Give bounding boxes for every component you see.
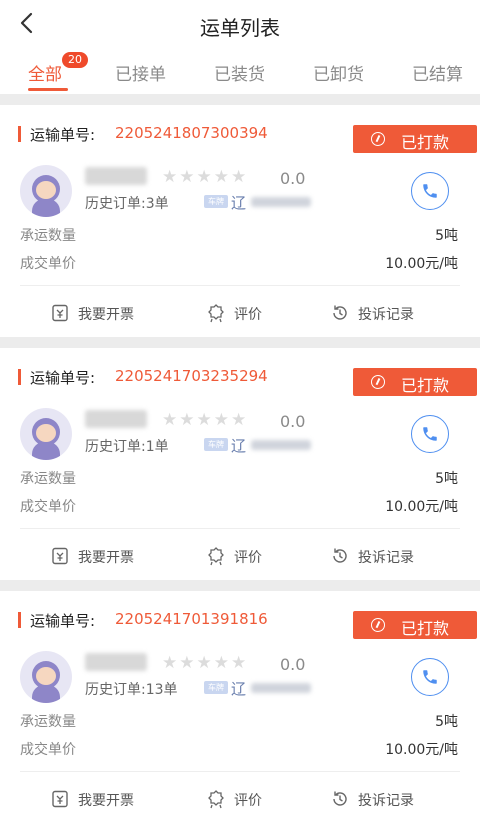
driver-name-redacted <box>85 410 147 428</box>
review-label: 评价 <box>234 793 262 809</box>
status-tabs: 全部 20 已接单 已装货 已卸货 已结算 <box>0 50 480 94</box>
order-number-label: 运输单号: <box>30 612 96 630</box>
order-number: 2205241703235294 <box>115 367 268 385</box>
order-number: 2205241701391816 <box>115 610 268 628</box>
plate-prefix: 辽 <box>231 680 247 698</box>
accent-bar <box>18 126 21 142</box>
quantity-value: 5吨 <box>435 714 458 730</box>
order-header: 运输单号: 2205241807300394 已打款 <box>0 117 480 153</box>
tab-all[interactable]: 全部 <box>28 60 62 85</box>
review-label: 评价 <box>234 550 262 566</box>
invoice-icon <box>52 790 68 808</box>
quantity-label: 承运数量 <box>20 228 76 244</box>
order-header: 运输单号: 2205241701391816 已打款 <box>0 603 480 639</box>
avatar <box>20 408 72 460</box>
review-label: 评价 <box>234 307 262 323</box>
rating-score: 0.0 <box>280 655 306 674</box>
invoice-label: 我要开票 <box>78 307 134 323</box>
plate-tag: 车牌 <box>204 195 228 208</box>
quantity-label: 承运数量 <box>20 471 76 487</box>
badge-icon <box>208 547 224 566</box>
order-number-label: 运输单号: <box>30 126 96 144</box>
divider <box>20 771 460 772</box>
quantity-label: 承运数量 <box>20 714 76 730</box>
price-value: 10.00元/吨 <box>385 256 458 272</box>
complaint-label: 投诉记录 <box>358 550 414 566</box>
invoice-label: 我要开票 <box>78 793 134 809</box>
paid-status-button[interactable]: 已打款 <box>353 368 477 396</box>
price-value: 10.00元/吨 <box>385 499 458 515</box>
tab-settled[interactable]: 已结算 <box>412 60 463 85</box>
driver-name-redacted <box>85 653 147 671</box>
order-header: 运输单号: 2205241703235294 已打款 <box>0 360 480 396</box>
history-orders: 历史订单:3单 <box>85 196 169 212</box>
invoice-icon <box>52 304 68 322</box>
order-number-label: 运输单号: <box>30 369 96 387</box>
status-label: 已打款 <box>401 376 450 395</box>
accent-bar <box>18 369 21 385</box>
plate-number-redacted <box>251 683 311 693</box>
rating-stars: ★★★★★ <box>162 410 249 430</box>
money-icon <box>371 375 385 389</box>
phone-icon <box>423 427 437 441</box>
history-orders: 历史订单:1单 <box>85 439 169 455</box>
page-title: 运单列表 <box>200 16 280 40</box>
price-label: 成交单价 <box>20 742 76 758</box>
app-header: 运单列表 <box>0 0 480 50</box>
order-card[interactable]: 运输单号: 2205241701391816 已打款 ★★★★★ 0.0 历史订… <box>0 591 480 823</box>
status-label: 已打款 <box>401 133 450 152</box>
status-label: 已打款 <box>401 619 450 638</box>
complaint-label: 投诉记录 <box>358 793 414 809</box>
quantity-value: 5吨 <box>435 228 458 244</box>
avatar <box>20 651 72 703</box>
divider <box>20 528 460 529</box>
driver-name-redacted <box>85 167 147 185</box>
active-tab-indicator <box>28 88 68 91</box>
history-icon <box>333 791 347 806</box>
tab-accepted[interactable]: 已接单 <box>115 60 166 85</box>
plate-number-redacted <box>251 440 311 450</box>
tab-unloaded[interactable]: 已卸货 <box>313 60 364 85</box>
price-label: 成交单价 <box>20 256 76 272</box>
order-card[interactable]: 运输单号: 2205241807300394 已打款 ★★★★★ 0.0 历史订… <box>0 105 480 337</box>
history-icon <box>333 305 347 320</box>
history-orders: 历史订单:13单 <box>85 682 178 698</box>
rating-score: 0.0 <box>280 412 306 431</box>
rating-stars: ★★★★★ <box>162 653 249 673</box>
complaint-label: 投诉记录 <box>358 307 414 323</box>
invoice-icon <box>52 547 68 565</box>
plate-tag: 车牌 <box>204 681 228 694</box>
invoice-label: 我要开票 <box>78 550 134 566</box>
badge-icon <box>208 790 224 809</box>
paid-status-button[interactable]: 已打款 <box>353 611 477 639</box>
rating-score: 0.0 <box>280 169 306 188</box>
call-button[interactable] <box>411 658 449 696</box>
price-label: 成交单价 <box>20 499 76 515</box>
phone-icon <box>423 670 437 684</box>
money-icon <box>371 618 385 632</box>
divider <box>20 285 460 286</box>
price-value: 10.00元/吨 <box>385 742 458 758</box>
tab-label: 全部 <box>28 65 62 85</box>
phone-icon <box>423 184 437 198</box>
call-button[interactable] <box>411 415 449 453</box>
plate-number-redacted <box>251 197 311 207</box>
money-icon <box>371 132 385 146</box>
accent-bar <box>18 612 21 628</box>
plate-prefix: 辽 <box>231 437 247 455</box>
plate-prefix: 辽 <box>231 194 247 212</box>
order-number: 2205241807300394 <box>115 124 268 142</box>
paid-status-button[interactable]: 已打款 <box>353 125 477 153</box>
call-button[interactable] <box>411 172 449 210</box>
badge-icon <box>208 304 224 323</box>
tab-count-badge: 20 <box>62 52 88 68</box>
rating-stars: ★★★★★ <box>162 167 249 187</box>
history-icon <box>333 548 347 563</box>
avatar <box>20 165 72 217</box>
tab-loaded[interactable]: 已装货 <box>214 60 265 85</box>
plate-tag: 车牌 <box>204 438 228 451</box>
order-card[interactable]: 运输单号: 2205241703235294 已打款 ★★★★★ 0.0 历史订… <box>0 348 480 580</box>
quantity-value: 5吨 <box>435 471 458 487</box>
